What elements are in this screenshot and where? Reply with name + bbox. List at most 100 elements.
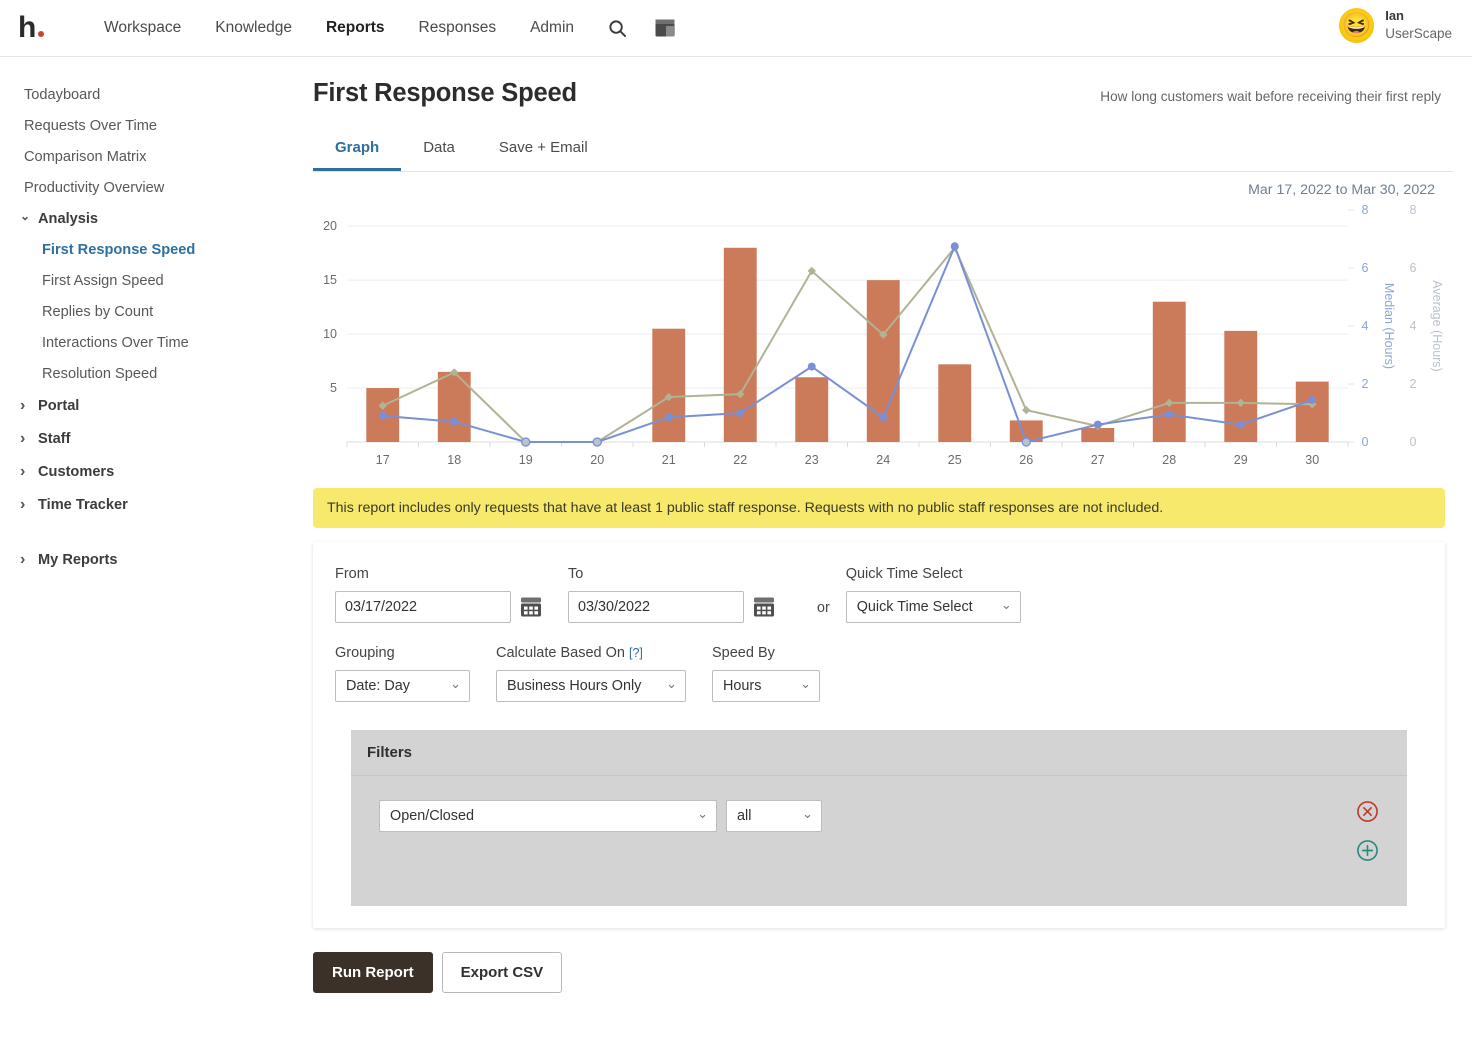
to-label: To	[568, 566, 584, 582]
svg-text:Average (Hours): Average (Hours)	[1430, 280, 1444, 371]
sidebar-item-replies-by-count[interactable]: Replies by Count	[0, 296, 305, 327]
run-report-button[interactable]: Run Report	[313, 952, 433, 993]
to-field: To	[568, 566, 775, 623]
svg-text:2: 2	[1410, 377, 1417, 391]
tab-bar: Graph Data Save + Email	[313, 130, 1453, 172]
app-logo[interactable]: h	[18, 13, 60, 43]
svg-text:Median (Hours): Median (Hours)	[1382, 283, 1396, 369]
grouping-label: Grouping	[335, 645, 395, 661]
search-icon[interactable]	[608, 19, 627, 38]
from-date-input[interactable]	[335, 591, 511, 623]
chevron-down-icon: ⌄	[697, 806, 708, 821]
action-button-row: Run Report Export CSV	[313, 952, 1453, 993]
grouping-value: Date: Day	[346, 678, 410, 694]
svg-text:20: 20	[323, 219, 337, 233]
sidebar-item-label: Interactions Over Time	[42, 334, 189, 351]
grouping-dropdown[interactable]: Date: Day ⌄	[335, 670, 470, 702]
svg-text:4: 4	[1362, 319, 1369, 333]
user-name: Ian	[1385, 8, 1404, 24]
inbox-icon[interactable]	[655, 19, 675, 37]
user-profile-menu[interactable]: 😆 Ian UserScape	[1339, 8, 1452, 43]
sidebar-navigation: Todayboard Requests Over Time Comparison…	[0, 57, 305, 1045]
nav-link-knowledge[interactable]: Knowledge	[215, 19, 292, 37]
sidebar-item-label: Analysis	[38, 210, 99, 227]
filter-value-value: all	[737, 808, 752, 824]
speed-by-dropdown[interactable]: Hours ⌄	[712, 670, 820, 702]
chart-date-range-label: Mar 17, 2022 to Mar 30, 2022	[1248, 182, 1435, 198]
sidebar-group-analysis[interactable]: Analysis	[0, 203, 305, 234]
tab-save-email[interactable]: Save + Email	[477, 130, 610, 171]
sidebar-item-productivity-overview[interactable]: Productivity Overview	[0, 172, 305, 203]
calendar-icon[interactable]	[753, 596, 775, 618]
svg-text:25: 25	[948, 453, 962, 467]
sidebar-item-label: Staff	[38, 430, 71, 447]
sidebar-group-time-tracker[interactable]: Time Tracker	[0, 488, 305, 521]
report-parameters-card: From 03/17/2022 To 03/30/2022 or Quick T…	[313, 542, 1445, 928]
or-separator-label: or	[817, 600, 830, 616]
sidebar-item-requests-over-time[interactable]: Requests Over Time	[0, 110, 305, 141]
filter-value-dropdown[interactable]: all ⌄	[726, 800, 822, 832]
sidebar-item-label: Productivity Overview	[24, 179, 165, 196]
sidebar-item-label: My Reports	[38, 551, 118, 568]
speed-by-value: Hours	[723, 678, 762, 694]
chevron-right-icon	[20, 397, 34, 415]
chevron-right-icon	[20, 551, 34, 569]
to-date-input[interactable]	[568, 591, 744, 623]
export-csv-button[interactable]: Export CSV	[441, 952, 563, 993]
tab-graph[interactable]: Graph	[313, 130, 402, 171]
filters-panel: Filters Open/Closed ⌄ all ⌄	[351, 730, 1407, 906]
from-field: From	[335, 566, 542, 623]
page-title: First Response Speed	[313, 79, 577, 107]
sidebar-item-interactions-over-time[interactable]: Interactions Over Time	[0, 327, 305, 358]
sidebar-item-first-response-speed[interactable]: First Response Speed	[0, 234, 305, 265]
svg-text:17: 17	[376, 453, 390, 467]
chevron-right-icon	[20, 463, 34, 481]
top-navigation-bar: h Workspace Knowledge Reports Responses …	[0, 0, 1472, 57]
svg-text:20: 20	[590, 453, 604, 467]
sidebar-item-label: Requests Over Time	[24, 117, 158, 134]
first-response-speed-chart[interactable]: 51015201718192021222324252627282930Date:…	[313, 172, 1453, 472]
page-subtitle: How long customers wait before receiving…	[1100, 89, 1441, 104]
sidebar-item-label: Comparison Matrix	[24, 148, 147, 165]
calculate-based-on-text: Calculate Based On	[496, 645, 625, 661]
nav-link-workspace[interactable]: Workspace	[104, 19, 181, 37]
svg-text:10: 10	[323, 327, 337, 341]
remove-circle-icon[interactable]	[1356, 800, 1379, 823]
calendar-icon[interactable]	[520, 596, 542, 618]
sidebar-item-label: Todayboard	[24, 86, 101, 103]
sidebar-group-staff[interactable]: Staff	[0, 422, 305, 455]
chart-container: Mar 17, 2022 to Mar 30, 2022 5 10 15 20 17 18…	[313, 172, 1453, 482]
svg-text:22: 22	[733, 453, 747, 467]
filter-key-dropdown[interactable]: Open/Closed ⌄	[379, 800, 717, 832]
add-circle-icon[interactable]	[1356, 839, 1379, 862]
logo-letter: h	[18, 11, 37, 44]
help-icon[interactable]: [?]	[629, 646, 643, 660]
tab-data[interactable]: Data	[401, 130, 477, 171]
calculate-based-on-dropdown[interactable]: Business Hours Only ⌄	[496, 670, 686, 702]
sidebar-item-label: First Response Speed	[42, 241, 196, 258]
svg-text:19: 19	[519, 453, 533, 467]
svg-text:8: 8	[1362, 203, 1369, 217]
grouping-field: Grouping Date: Day ⌄	[335, 645, 470, 702]
svg-text:23: 23	[805, 453, 819, 467]
sidebar-item-todayboard[interactable]: Todayboard	[0, 79, 305, 110]
sidebar-item-label: Time Tracker	[38, 496, 128, 513]
from-label: From	[335, 566, 369, 582]
sidebar-group-customers[interactable]: Customers	[0, 455, 305, 488]
chevron-down-icon: ⌄	[666, 676, 677, 691]
sidebar-item-resolution-speed[interactable]: Resolution Speed	[0, 358, 305, 389]
quick-time-select-label: Quick Time Select	[845, 566, 963, 582]
sidebar-item-comparison-matrix[interactable]: Comparison Matrix	[0, 141, 305, 172]
chevron-down-icon: ⌄	[1000, 597, 1012, 612]
quick-time-select-dropdown[interactable]: Quick Time Select ⌄	[845, 591, 1021, 623]
sidebar-group-portal[interactable]: Portal	[0, 389, 305, 422]
nav-link-responses[interactable]: Responses	[419, 19, 497, 37]
sidebar-item-label: Portal	[38, 397, 80, 414]
sidebar-group-my-reports[interactable]: My Reports	[0, 543, 305, 576]
nav-link-reports[interactable]: Reports	[326, 19, 385, 37]
nav-link-admin[interactable]: Admin	[530, 19, 574, 37]
chevron-right-icon	[20, 496, 34, 514]
sidebar-item-first-assign-speed[interactable]: First Assign Speed	[0, 265, 305, 296]
calculate-based-on-label: Calculate Based On [?]	[496, 645, 686, 661]
svg-text:21: 21	[662, 453, 676, 467]
